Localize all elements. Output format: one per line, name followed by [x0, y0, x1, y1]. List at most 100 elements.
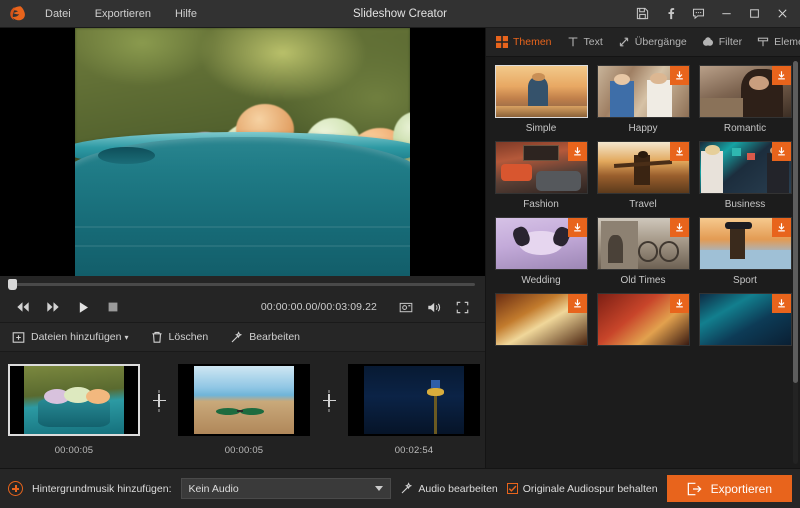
themes-scrollbar[interactable] [793, 61, 798, 464]
theme-label: Business [725, 199, 766, 210]
maximize-button[interactable] [740, 1, 768, 27]
timecode-display: 00:00:00.00/00:03:09.22 [261, 301, 389, 313]
theme-thumbnail-row4-2[interactable] [597, 293, 690, 346]
theme-thumbnail-sport[interactable] [699, 217, 792, 270]
theme-item[interactable]: Old Times [596, 217, 690, 293]
theme-item[interactable]: Travel [596, 141, 690, 217]
audio-select-value: Kein Audio [189, 483, 239, 495]
theme-download-badge[interactable] [568, 218, 587, 237]
seek-bar[interactable] [0, 276, 485, 292]
edit-audio-button[interactable]: Audio bearbeiten [400, 482, 497, 495]
menu-hilfe[interactable]: Hilfe [164, 4, 208, 24]
theme-download-badge[interactable] [568, 142, 587, 161]
theme-item[interactable] [494, 293, 588, 358]
tab-uebergaenge[interactable]: Übergänge [615, 33, 690, 51]
keep-original-audio-checkbox[interactable]: Originale Audiospur behalten [507, 483, 658, 495]
rewind-icon [16, 301, 30, 313]
tab-themen[interactable]: Themen [493, 33, 555, 51]
play-button[interactable] [70, 295, 96, 319]
theme-thumbnail-row4-3[interactable] [699, 293, 792, 346]
storyboard-timeline[interactable]: 00:00:05 00:00:05 [0, 352, 485, 468]
volume-button[interactable] [421, 295, 447, 319]
tab-filter[interactable]: Filter [699, 33, 745, 51]
audio-select[interactable]: Kein Audio [181, 478, 392, 499]
theme-download-badge[interactable] [670, 294, 689, 313]
main-body: 00:00:00.00/00:03:09.22 [0, 28, 800, 468]
theme-item[interactable] [698, 293, 792, 358]
theme-item[interactable] [596, 293, 690, 358]
minimize-button[interactable] [712, 1, 740, 27]
theme-thumbnail-business[interactable] [699, 141, 792, 194]
theme-thumbnail-travel[interactable] [597, 141, 690, 194]
theme-label: Wedding [521, 275, 560, 286]
export-icon [687, 482, 702, 496]
theme-download-badge[interactable] [670, 66, 689, 85]
magic-wand-icon [230, 331, 243, 344]
clip-item[interactable]: 00:00:05 [178, 364, 310, 456]
edit-button[interactable]: Bearbeiten [228, 328, 302, 347]
theme-item[interactable]: Business [698, 141, 792, 217]
clip-duration: 00:00:05 [225, 445, 264, 456]
video-preview[interactable] [0, 28, 485, 276]
theme-thumbnail-row4-1[interactable] [495, 293, 588, 346]
fullscreen-icon [456, 301, 469, 314]
tab-elemente[interactable]: Elemente [754, 33, 800, 51]
theme-download-badge[interactable] [772, 142, 791, 161]
clip-item[interactable]: 00:00:05 [8, 364, 140, 456]
clip-thumbnail-1[interactable] [8, 364, 140, 436]
export-button[interactable]: Exportieren [667, 475, 792, 502]
theme-item[interactable]: Wedding [494, 217, 588, 293]
stop-button[interactable] [100, 295, 126, 319]
fast-forward-button[interactable] [40, 295, 66, 319]
theme-thumbnail-happy[interactable] [597, 65, 690, 118]
clip-item[interactable]: 00:02:54 [348, 364, 480, 456]
add-files-button[interactable]: Dateien hinzufügen ▾ [10, 328, 131, 347]
theme-thumbnail-romantic[interactable] [699, 65, 792, 118]
fullscreen-button[interactable] [449, 295, 475, 319]
theme-item[interactable]: Happy [596, 65, 690, 141]
rewind-button[interactable] [10, 295, 36, 319]
theme-item[interactable]: Fashion [494, 141, 588, 217]
theme-item[interactable]: Simple [494, 65, 588, 141]
clip-thumbnail-2[interactable] [178, 364, 310, 436]
seek-handle[interactable] [8, 279, 17, 290]
menu-exportieren[interactable]: Exportieren [84, 4, 162, 24]
clip-duration: 00:00:05 [55, 445, 94, 456]
resources-tabs: Themen Text Übergä [486, 28, 800, 57]
tab-filter-label: Filter [719, 36, 742, 48]
menu-datei[interactable]: Datei [34, 4, 82, 24]
theme-thumbnail-wedding[interactable] [495, 217, 588, 270]
snapshot-button[interactable] [393, 295, 419, 319]
theme-download-badge[interactable] [670, 218, 689, 237]
facebook-icon [664, 7, 677, 20]
add-clip-slot-2[interactable] [328, 390, 330, 412]
add-music-icon[interactable] [8, 481, 23, 496]
theme-download-badge[interactable] [772, 66, 791, 85]
close-button[interactable] [768, 1, 796, 27]
maximize-icon [748, 7, 761, 20]
theme-thumbnail-simple[interactable] [495, 65, 588, 118]
theme-download-badge[interactable] [772, 218, 791, 237]
seek-track[interactable] [10, 283, 475, 286]
theme-download-badge[interactable] [772, 294, 791, 313]
theme-download-badge[interactable] [670, 142, 689, 161]
add-clip-slot-1[interactable] [158, 390, 160, 412]
download-arrow-icon [572, 298, 583, 309]
tab-text[interactable]: Text [564, 33, 606, 51]
theme-label: Romantic [724, 123, 766, 134]
facebook-button[interactable] [656, 1, 684, 27]
theme-item[interactable]: Sport [698, 217, 792, 293]
theme-thumbnail-fashion[interactable] [495, 141, 588, 194]
delete-button[interactable]: Löschen [149, 328, 211, 347]
themes-scroll-area[interactable]: Simple [486, 57, 800, 468]
feedback-button[interactable] [684, 1, 712, 27]
theme-download-badge[interactable] [568, 294, 587, 313]
download-arrow-icon [776, 70, 787, 81]
trash-icon [151, 331, 163, 344]
clip-thumbnail-3[interactable] [348, 364, 480, 436]
theme-thumbnail-old-times[interactable] [597, 217, 690, 270]
themes-scrollbar-thumb[interactable] [793, 61, 798, 383]
save-button[interactable] [628, 1, 656, 27]
theme-item[interactable]: Romantic [698, 65, 792, 141]
theme-label: Simple [526, 123, 557, 134]
